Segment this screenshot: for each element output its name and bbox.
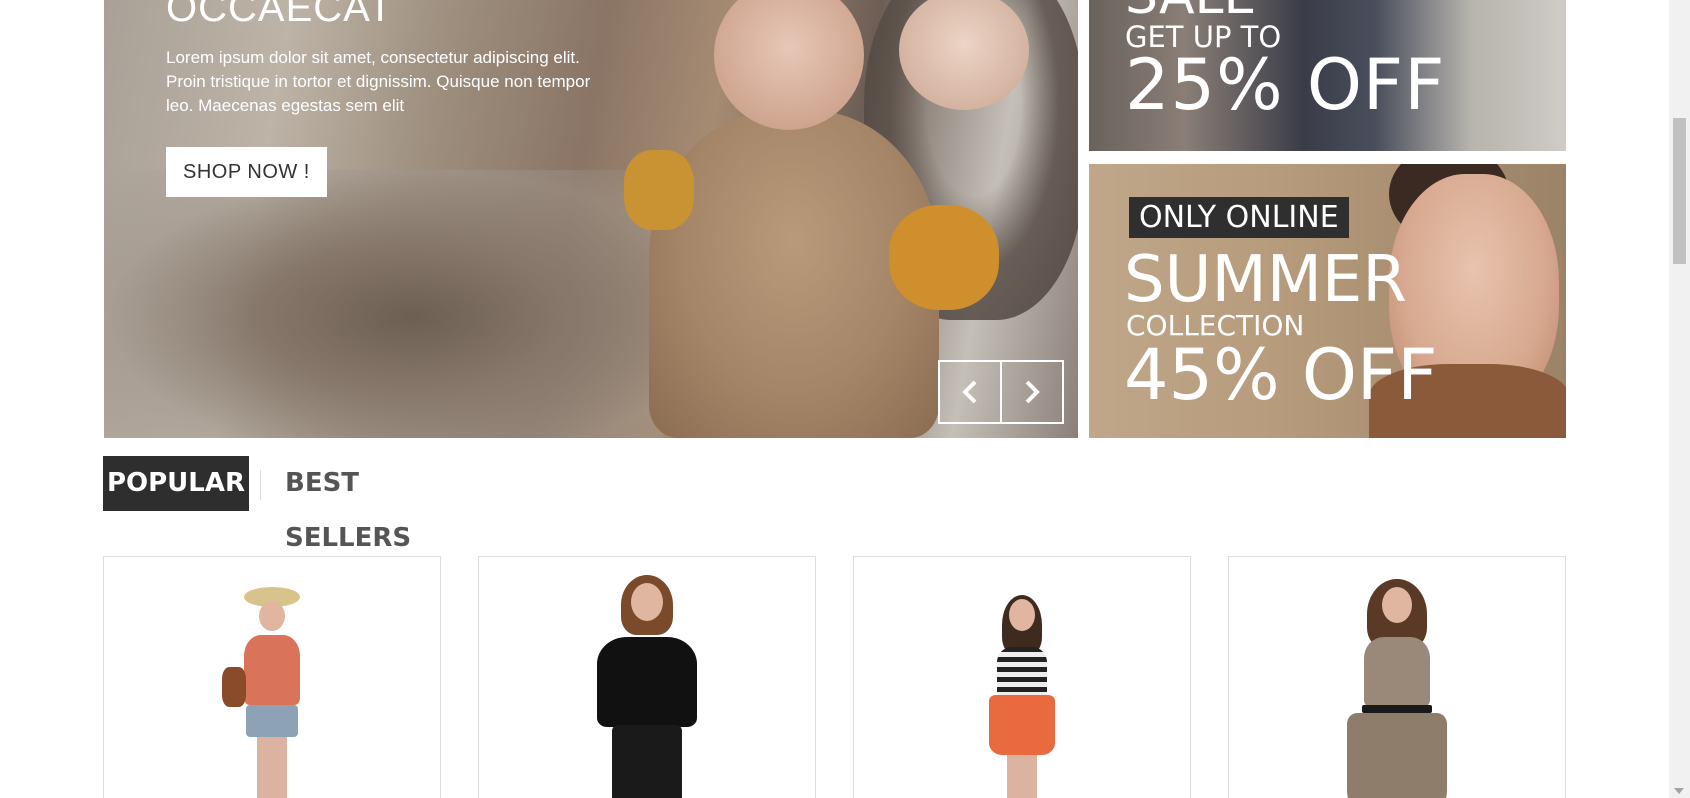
slide-image-mitten [624, 150, 694, 230]
model-head [1382, 587, 1412, 623]
model-dress-skirt [1347, 713, 1447, 798]
model-legs [257, 737, 287, 798]
scroll-down-arrow-icon[interactable] [1674, 788, 1684, 794]
slide-description: Lorem ipsum dolor sit amet, consectetur … [166, 48, 591, 115]
model-skirt [612, 725, 682, 798]
model-head [631, 583, 663, 621]
chevron-right-icon [1025, 380, 1040, 404]
banner-summer-text: SUMMER [1124, 243, 1407, 317]
scrollbar-thumb[interactable] [1673, 118, 1686, 264]
slide-image-model-face [714, 0, 864, 130]
tab-best-sellers[interactable]: BEST SELLERS [285, 456, 411, 553]
model-legs [1007, 755, 1037, 798]
banner-sale-text: SALE [1125, 0, 1256, 22]
product-card[interactable] [103, 556, 441, 798]
product-card[interactable] [478, 556, 816, 798]
slider-prev-button[interactable] [938, 360, 1002, 424]
slide-image-mitten [889, 205, 999, 310]
product-image[interactable] [572, 575, 722, 798]
slide-title: OCCAECAT [166, 0, 394, 30]
product-image[interactable] [962, 595, 1082, 798]
sale-banner[interactable]: SALE GET UP TO 25% OFF [1089, 0, 1566, 151]
tab-popular[interactable]: POPULAR [103, 456, 249, 511]
model-belt [1362, 705, 1432, 713]
banner-discount-text: 25% OFF [1125, 44, 1446, 126]
tab-divider [260, 470, 261, 500]
model-top [244, 635, 300, 705]
model-striped-top [997, 647, 1047, 697]
product-image[interactable] [212, 587, 332, 798]
model-dress-top [1364, 637, 1430, 707]
chevron-left-icon [962, 380, 977, 404]
product-card[interactable] [1228, 556, 1566, 798]
model-top [597, 637, 697, 727]
model-head [1009, 599, 1035, 631]
product-image[interactable] [1322, 579, 1472, 798]
model-bag [222, 667, 246, 707]
model-skirt [989, 695, 1055, 755]
shop-now-button[interactable]: SHOP NOW ! [166, 147, 327, 197]
summer-collection-banner[interactable]: ONLY ONLINE SUMMER COLLECTION 45% OFF [1089, 164, 1566, 438]
banner-only-online-tag: ONLY ONLINE [1129, 197, 1349, 238]
hero-slider: OCCAECAT Lorem ipsum dolor sit amet, con… [104, 0, 1078, 438]
product-card[interactable] [853, 556, 1191, 798]
model-head [259, 601, 285, 631]
banner-discount-text: 45% OFF [1124, 334, 1438, 416]
model-shorts [246, 705, 298, 737]
page-scrollbar[interactable] [1669, 0, 1690, 798]
slide-image-background [104, 170, 664, 438]
slider-next-button[interactable] [1000, 360, 1064, 424]
